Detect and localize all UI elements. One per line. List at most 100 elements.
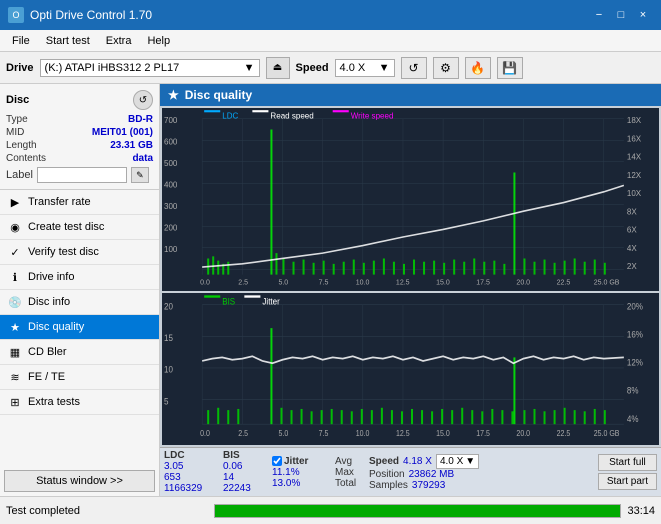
svg-text:600: 600 — [164, 136, 178, 146]
save-button[interactable]: 💾 — [497, 57, 523, 79]
disc-length-row: Length 23.31 GB — [6, 140, 153, 151]
sidebar-item-label: Drive info — [28, 271, 74, 283]
svg-text:17.5: 17.5 — [476, 277, 490, 286]
transfer-rate-icon: ▶ — [8, 195, 22, 209]
sidebar: Disc ↺ Type BD-R MID MEIT01 (001) Length… — [0, 84, 160, 496]
refresh-button[interactable]: ↺ — [401, 57, 427, 79]
svg-text:22.5: 22.5 — [557, 428, 571, 438]
svg-text:2X: 2X — [627, 261, 637, 271]
settings-button[interactable]: ⚙ — [433, 57, 459, 79]
disc-type-label: Type — [6, 114, 28, 125]
svg-text:4X: 4X — [627, 243, 637, 253]
menu-extra[interactable]: Extra — [98, 33, 140, 49]
sidebar-item-extra-tests[interactable]: ⊞ Extra tests — [0, 390, 159, 415]
disc-label-input[interactable] — [37, 167, 127, 183]
bottom-bar: Test completed 33:14 — [0, 496, 661, 524]
window-controls: − □ × — [589, 6, 653, 24]
maximize-button[interactable]: □ — [611, 6, 631, 24]
svg-text:0.0: 0.0 — [200, 428, 210, 438]
svg-text:15: 15 — [164, 332, 173, 343]
disc-type-row: Type BD-R — [6, 114, 153, 125]
menu-file[interactable]: File — [4, 33, 38, 49]
svg-text:15.0: 15.0 — [436, 277, 450, 286]
speed-position-column: Speed 4.18 X 4.0 X ▼ Position 23862 MB S… — [369, 454, 479, 491]
disc-length-value: 23.31 GB — [110, 140, 153, 151]
svg-text:4%: 4% — [627, 413, 639, 424]
sidebar-item-label: Verify test disc — [28, 246, 99, 258]
svg-text:LDC: LDC — [222, 110, 238, 120]
status-text: Test completed — [6, 505, 208, 517]
sidebar-item-label: Disc info — [28, 296, 70, 308]
charts-container: 700 600 500 400 300 200 100 18X 16X 14X … — [160, 106, 661, 447]
max-row-label: Max — [335, 467, 365, 478]
svg-text:12%: 12% — [627, 357, 643, 368]
svg-text:BIS: BIS — [222, 296, 235, 307]
speed-select[interactable]: 4.0 X ▼ — [335, 59, 395, 77]
close-button[interactable]: × — [633, 6, 653, 24]
sidebar-item-cd-bler[interactable]: ▦ CD Bler — [0, 340, 159, 365]
disc-quality-icon: ★ — [8, 320, 22, 334]
sidebar-item-verify-test-disc[interactable]: ✓ Verify test disc — [0, 240, 159, 265]
disc-refresh-button[interactable]: ↺ — [133, 90, 153, 110]
speed-stat-dropdown-arrow: ▼ — [465, 456, 475, 467]
svg-text:12.5: 12.5 — [396, 428, 410, 438]
nav-items: ▶ Transfer rate ◉ Create test disc ✓ Ver… — [0, 190, 159, 466]
svg-text:15.0: 15.0 — [436, 428, 450, 438]
sidebar-item-create-test-disc[interactable]: ◉ Create test disc — [0, 215, 159, 240]
progress-bar-container — [214, 504, 621, 518]
sidebar-item-label: Create test disc — [28, 221, 104, 233]
menu-help[interactable]: Help — [139, 33, 178, 49]
drive-select[interactable]: (K:) ATAPI iHBS312 2 PL17 ▼ — [40, 59, 260, 77]
status-window-button[interactable]: Status window >> — [4, 470, 155, 492]
sidebar-item-transfer-rate[interactable]: ▶ Transfer rate — [0, 190, 159, 215]
svg-text:20: 20 — [164, 301, 173, 312]
ldc-avg: 3.05 — [164, 461, 219, 472]
sidebar-item-drive-info[interactable]: ℹ Drive info — [0, 265, 159, 290]
sidebar-item-disc-info[interactable]: 💿 Disc info — [0, 290, 159, 315]
lower-chart: 20 15 10 5 20% 16% 12% 8% 4% 0.0 2.5 5.0 — [162, 293, 659, 445]
disc-label-edit-button[interactable]: ✎ — [131, 167, 149, 183]
svg-text:22.5: 22.5 — [557, 277, 571, 286]
bis-avg: 0.06 — [223, 461, 268, 472]
svg-text:500: 500 — [164, 158, 178, 168]
disc-title: Disc — [6, 94, 29, 106]
verify-test-disc-icon: ✓ — [8, 245, 22, 259]
position-label: Position — [369, 469, 405, 480]
minimize-button[interactable]: − — [589, 6, 609, 24]
disc-length-label: Length — [6, 140, 37, 151]
jitter-checkbox[interactable] — [272, 456, 282, 466]
drive-bar: Drive (K:) ATAPI iHBS312 2 PL17 ▼ ⏏ Spee… — [0, 52, 661, 84]
speed-stat-label: Speed — [369, 456, 399, 467]
disc-contents-label: Contents — [6, 153, 46, 164]
menu-start-test[interactable]: Start test — [38, 33, 98, 49]
svg-text:25.0 GB: 25.0 GB — [594, 428, 620, 438]
samples-label: Samples — [369, 480, 408, 491]
svg-text:700: 700 — [164, 115, 178, 125]
row-labels: Avg Max Total — [335, 456, 365, 489]
speed-stat-select[interactable]: 4.0 X ▼ — [436, 454, 479, 469]
speed-stat-value: 4.18 X — [403, 456, 432, 467]
sidebar-item-fe-te[interactable]: ≋ FE / TE — [0, 365, 159, 390]
title-bar-left: O Opti Drive Control 1.70 — [8, 7, 152, 23]
samples-value: 379293 — [412, 480, 445, 491]
svg-text:300: 300 — [164, 201, 178, 211]
burn-button[interactable]: 🔥 — [465, 57, 491, 79]
eject-button[interactable]: ⏏ — [266, 57, 290, 79]
drive-value: (K:) ATAPI iHBS312 2 PL17 — [45, 62, 180, 74]
svg-text:0.0: 0.0 — [200, 277, 210, 286]
bis-total: 22243 — [223, 483, 268, 494]
start-part-button[interactable]: Start part — [598, 473, 657, 490]
svg-text:12X: 12X — [627, 170, 642, 180]
disc-info-panel: Disc ↺ Type BD-R MID MEIT01 (001) Length… — [0, 84, 159, 190]
jitter-avg: 11.1% — [272, 467, 327, 478]
start-full-button[interactable]: Start full — [598, 454, 657, 471]
sidebar-item-disc-quality[interactable]: ★ Disc quality — [0, 315, 159, 340]
disc-quality-icon-header: ★ — [168, 88, 179, 102]
speed-row: Speed 4.18 X 4.0 X ▼ — [369, 454, 479, 469]
disc-info-icon: 💿 — [8, 295, 22, 309]
svg-text:5.0: 5.0 — [278, 277, 288, 286]
fe-te-icon: ≋ — [8, 370, 22, 384]
cd-bler-icon: ▦ — [8, 345, 22, 359]
disc-label-label: Label — [6, 169, 33, 181]
speed-label: Speed — [296, 62, 329, 74]
